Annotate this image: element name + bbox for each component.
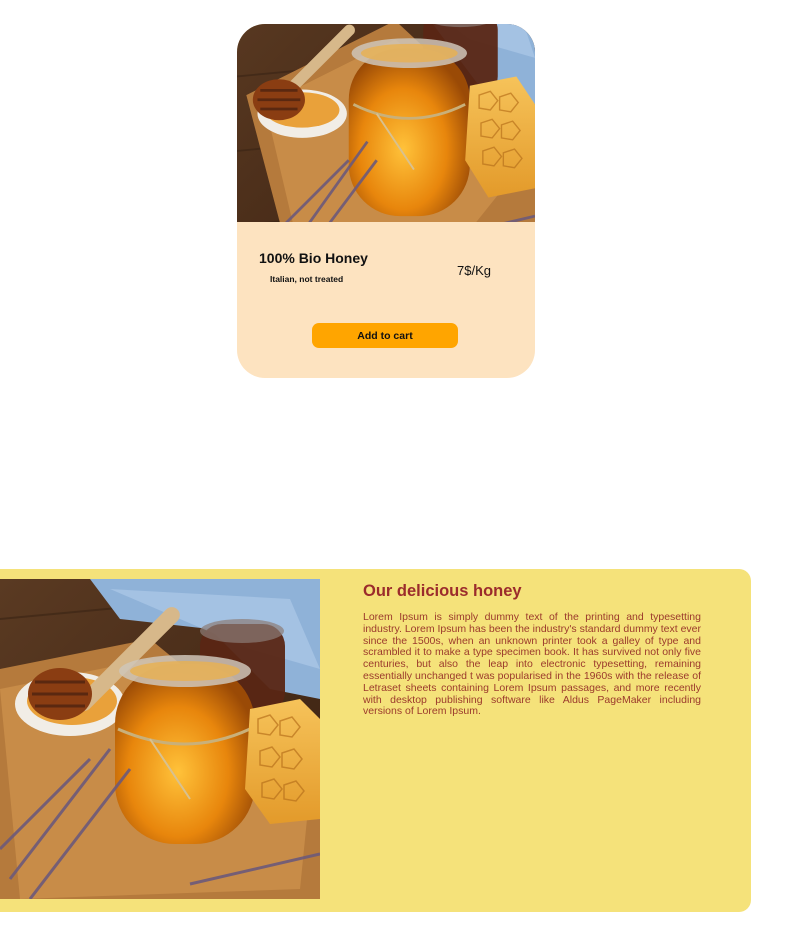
product-image [237,24,535,222]
add-to-cart-button[interactable]: Add to cart [312,323,458,348]
feature-section: Our delicious honey Lorem Ipsum is simpl… [0,569,751,912]
feature-title: Our delicious honey [363,582,522,600]
feature-description: Lorem Ipsum is simply dummy text of the … [363,611,701,718]
feature-image [0,579,320,899]
page: 100% Bio Honey Italian, not treated 7$/K… [0,0,795,942]
product-title: 100% Bio Honey [259,250,368,266]
product-subtitle: Italian, not treated [270,274,344,284]
product-price: 7$/Kg [457,263,491,278]
product-card: 100% Bio Honey Italian, not treated 7$/K… [237,24,535,378]
